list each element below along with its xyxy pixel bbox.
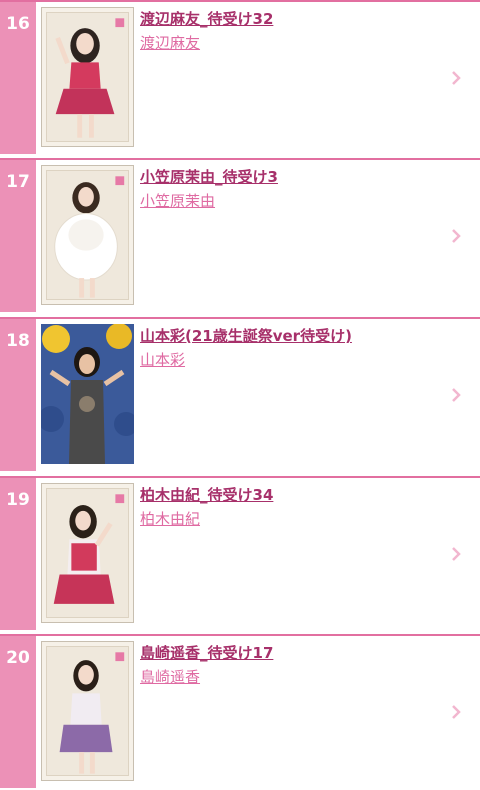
- wallpaper-title-link[interactable]: 渡辺麻友_待受け32: [140, 8, 273, 29]
- member-photo: [55, 18, 125, 138]
- list-item-17[interactable]: 17 小笠原茉由_待受け3 小笠原茉由: [0, 158, 480, 316]
- list-item-20[interactable]: 20 島崎遥香_待受け17 島崎遥香: [0, 634, 480, 790]
- member-photo: [53, 494, 125, 604]
- rank-number: 18: [6, 331, 30, 351]
- rank-number: 17: [6, 172, 30, 192]
- rank-badge: 18: [0, 319, 36, 471]
- rank-badge: 19: [0, 478, 36, 630]
- chevron-right-icon: [452, 547, 461, 561]
- chevron-right-icon: [452, 229, 461, 243]
- member-thumbnail[interactable]: [41, 165, 134, 305]
- member-thumbnail[interactable]: [41, 641, 134, 781]
- rank-number: 20: [6, 648, 30, 668]
- member-thumbnail[interactable]: [41, 483, 134, 623]
- rank-number: 19: [6, 490, 30, 510]
- member-photo: [59, 652, 125, 774]
- ranking-list: 16 渡辺麻友_待受け32 渡辺麻友 17 小笠原茉由_待受け3 小笠原茉由 1…: [0, 0, 480, 790]
- member-name-link[interactable]: 渡辺麻友: [140, 32, 200, 53]
- member-photo: [54, 176, 125, 298]
- list-item-19[interactable]: 19 柏木由紀_待受け34 柏木由紀: [0, 476, 480, 634]
- member-name-link[interactable]: 島崎遥香: [140, 666, 200, 687]
- member-photo: [41, 324, 134, 464]
- rank-badge: 16: [0, 2, 36, 154]
- rank-badge: 20: [0, 636, 36, 788]
- member-thumbnail[interactable]: [41, 324, 134, 464]
- list-item-18[interactable]: 18 山本彩(21歳生誕祭ver待受け) 山本彩: [0, 317, 480, 475]
- list-item-16[interactable]: 16 渡辺麻友_待受け32 渡辺麻友: [0, 0, 480, 158]
- wallpaper-title-link[interactable]: 柏木由紀_待受け34: [140, 484, 273, 505]
- chevron-right-icon: [452, 705, 461, 719]
- wallpaper-title-link[interactable]: 島崎遥香_待受け17: [140, 642, 273, 663]
- wallpaper-title-link[interactable]: 山本彩(21歳生誕祭ver待受け): [140, 325, 352, 346]
- rank-number: 16: [6, 14, 30, 34]
- rank-badge: 17: [0, 160, 36, 312]
- member-thumbnail[interactable]: [41, 7, 134, 147]
- chevron-right-icon: [452, 388, 461, 402]
- member-name-link[interactable]: 山本彩: [140, 349, 185, 370]
- chevron-right-icon: [452, 71, 461, 85]
- wallpaper-title-link[interactable]: 小笠原茉由_待受け3: [140, 166, 278, 187]
- member-name-link[interactable]: 柏木由紀: [140, 508, 200, 529]
- member-name-link[interactable]: 小笠原茉由: [140, 190, 215, 211]
